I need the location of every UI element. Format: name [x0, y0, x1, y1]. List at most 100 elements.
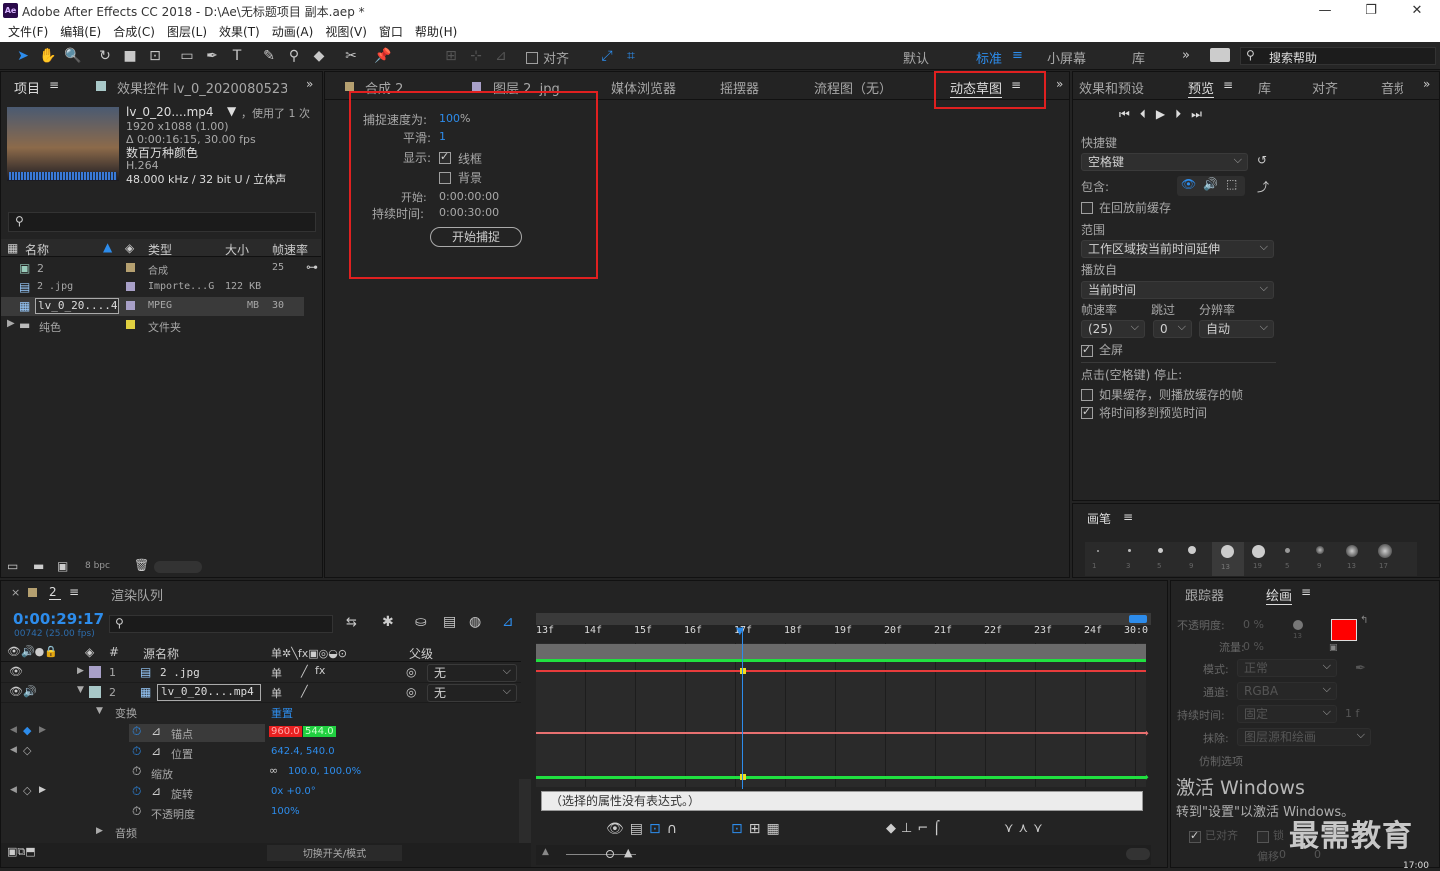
keyframe-marker[interactable]: [740, 668, 746, 674]
fullscreen-checkbox[interactable]: [1081, 343, 1093, 357]
reset-link[interactable]: 重置: [271, 705, 293, 721]
brush-tip[interactable]: [1158, 548, 1163, 553]
brush-tip[interactable]: [1188, 546, 1196, 554]
show-properties-icon[interactable]: 👁: [606, 821, 630, 837]
play-icon[interactable]: ▶: [1156, 107, 1175, 121]
move-time-checkbox[interactable]: [1081, 405, 1093, 419]
graph-icon[interactable]: ⊿: [151, 724, 161, 738]
layer-name[interactable]: 2 .jpg: [160, 666, 200, 679]
fit-all-icon[interactable]: ⊞: [749, 821, 767, 837]
brush-tip[interactable]: [1378, 544, 1392, 558]
audio-group-label[interactable]: 音频: [115, 825, 137, 841]
graph-icon[interactable]: ⊿: [151, 744, 161, 758]
anchor-x-value[interactable]: 960.0: [269, 726, 302, 737]
audio-icon[interactable]: 🔊: [23, 685, 37, 698]
brush-tip[interactable]: [1097, 550, 1099, 552]
label-color-swatch[interactable]: [89, 666, 101, 678]
transform-box-icon[interactable]: ⊡: [649, 821, 667, 837]
keyframe-marker[interactable]: [740, 774, 746, 780]
fit-selection-icon[interactable]: ⊡: [731, 821, 749, 837]
playhead-handle-icon[interactable]: ▼: [736, 626, 744, 637]
mode-dropdown[interactable]: 正常: [1237, 658, 1337, 677]
clone-stamp-tool-icon[interactable]: ⚲: [283, 45, 305, 67]
stopwatch-icon[interactable]: ⏱: [132, 724, 141, 739]
easy-ease-icon[interactable]: ⋎: [1004, 821, 1019, 836]
zoom-in-icon[interactable]: ▲: [624, 846, 632, 859]
tab-align[interactable]: 对齐: [1312, 78, 1338, 97]
graph-type-icon[interactable]: ▤: [630, 821, 649, 837]
shy-layers-icon[interactable]: ⛀: [415, 614, 427, 630]
tab-flowchart[interactable]: 流程图（无）: [814, 78, 892, 97]
expand-arrow-icon[interactable]: ▶: [77, 666, 84, 676]
aligned-checkbox[interactable]: [1189, 829, 1201, 843]
keyframe-icon[interactable]: ◇: [23, 744, 31, 757]
tab-preview[interactable]: 预览: [1188, 78, 1215, 98]
graph-editor-area[interactable]: [536, 643, 1146, 787]
fit-all-graphs-icon[interactable]: ▦: [766, 821, 785, 837]
hand-tool-icon[interactable]: ✋: [37, 45, 59, 67]
panel-more-icon[interactable]: »: [1423, 77, 1430, 91]
column-size[interactable]: 大小: [225, 241, 249, 258]
pick-whip-icon[interactable]: ◎: [406, 685, 416, 699]
visibility-icon[interactable]: 👁: [9, 685, 23, 698]
workspace-library[interactable]: 库: [1132, 48, 1145, 67]
auto-bezier-icon[interactable]: ⌠: [933, 821, 945, 836]
horizontal-scroll[interactable]: [1126, 848, 1150, 860]
brush-tip[interactable]: [1128, 549, 1131, 552]
project-item[interactable]: ▣ 2 合成 25 ⊶: [1, 259, 321, 278]
label-color-swatch[interactable]: [126, 282, 135, 291]
constrain-link-icon[interactable]: ∞: [269, 764, 278, 777]
label-color-swatch[interactable]: [89, 686, 101, 698]
column-source-name[interactable]: 源名称: [143, 645, 179, 662]
world-axis-icon[interactable]: ⊹: [465, 45, 487, 67]
prev-frame-icon[interactable]: ⏴: [1140, 107, 1156, 121]
label-color-swatch[interactable]: [126, 301, 135, 310]
prev-keyframe-icon[interactable]: ◀: [10, 725, 17, 735]
collapse-arrow-icon[interactable]: ▼: [96, 706, 103, 716]
play-from-dropdown[interactable]: 当前时间: [1081, 280, 1274, 299]
snap-icon[interactable]: ⤢: [596, 45, 618, 67]
hold-keyframe-icon[interactable]: ⊥: [901, 821, 917, 836]
time-ruler[interactable]: 13f 14f 15f 16f 17f 18f 19f 20f 21f 22f …: [536, 625, 1151, 643]
label-color-swatch[interactable]: [126, 320, 135, 329]
sync-settings-icon[interactable]: [1210, 48, 1230, 62]
menu-help[interactable]: 帮助(H): [411, 22, 461, 42]
text-tool-icon[interactable]: T: [226, 45, 248, 67]
swap-colors-icon[interactable]: ↰: [1360, 615, 1368, 626]
pen-tool-icon[interactable]: ✒: [201, 45, 223, 67]
parent-dropdown[interactable]: 无: [427, 683, 517, 702]
default-colors-icon[interactable]: ▣: [1329, 643, 1338, 653]
zoom-out-icon[interactable]: ▲: [542, 847, 549, 857]
lock-checkbox[interactable]: [1257, 829, 1269, 843]
stopwatch-icon[interactable]: ⏱: [132, 764, 141, 779]
tab-media-browser[interactable]: 媒体浏览器: [611, 78, 676, 97]
camera-tool-icon[interactable]: ■: [119, 45, 141, 67]
rotate-tool-icon[interactable]: ↻: [94, 45, 116, 67]
workspace-standard[interactable]: 标准: [976, 48, 1002, 67]
layer-name[interactable]: lv_0_20....mp4: [157, 684, 261, 701]
linear-keyframe-icon[interactable]: ⌐: [917, 821, 933, 836]
puppet-pin-tool-icon[interactable]: 📌: [372, 45, 394, 67]
menu-view[interactable]: 视图(V): [321, 22, 371, 42]
project-search-input[interactable]: ⚲: [8, 212, 316, 232]
layer-switches-toggle-icon[interactable]: ▣⧉⬒: [7, 845, 36, 859]
bit-depth-button[interactable]: 8 bpc: [85, 561, 110, 571]
quality-switch-icon[interactable]: ╱: [301, 685, 308, 698]
layer-row[interactable]: 👁 ▶ 1 ▤ 2 .jpg 单 ╱ fx ◎ 无: [1, 663, 521, 683]
project-item[interactable]: ▤ 2 .jpg Importe...G 122 KB: [1, 278, 321, 297]
workspace-default[interactable]: 默认: [903, 48, 929, 67]
timeline-search-input[interactable]: ⚲: [109, 615, 333, 633]
brushes-menu-icon[interactable]: ≡: [1123, 510, 1133, 524]
background-checkbox[interactable]: [439, 170, 451, 184]
export-icon[interactable]: ⤴: [1257, 178, 1269, 195]
ease-out-icon[interactable]: ⋎: [1033, 821, 1048, 836]
capture-speed-value[interactable]: 100: [439, 112, 460, 125]
close-button[interactable]: ✕: [1394, 0, 1440, 22]
toggle-switches-modes[interactable]: 切换开关/模式: [267, 845, 402, 861]
eraser-tool-icon[interactable]: ◆: [308, 45, 330, 67]
tab-project[interactable]: 项目: [14, 78, 40, 97]
channel-dropdown[interactable]: RGBA: [1237, 681, 1337, 700]
column-type[interactable]: 类型: [148, 241, 172, 258]
menu-composition[interactable]: 合成(C): [109, 22, 159, 42]
work-area-bar[interactable]: [536, 613, 1151, 625]
